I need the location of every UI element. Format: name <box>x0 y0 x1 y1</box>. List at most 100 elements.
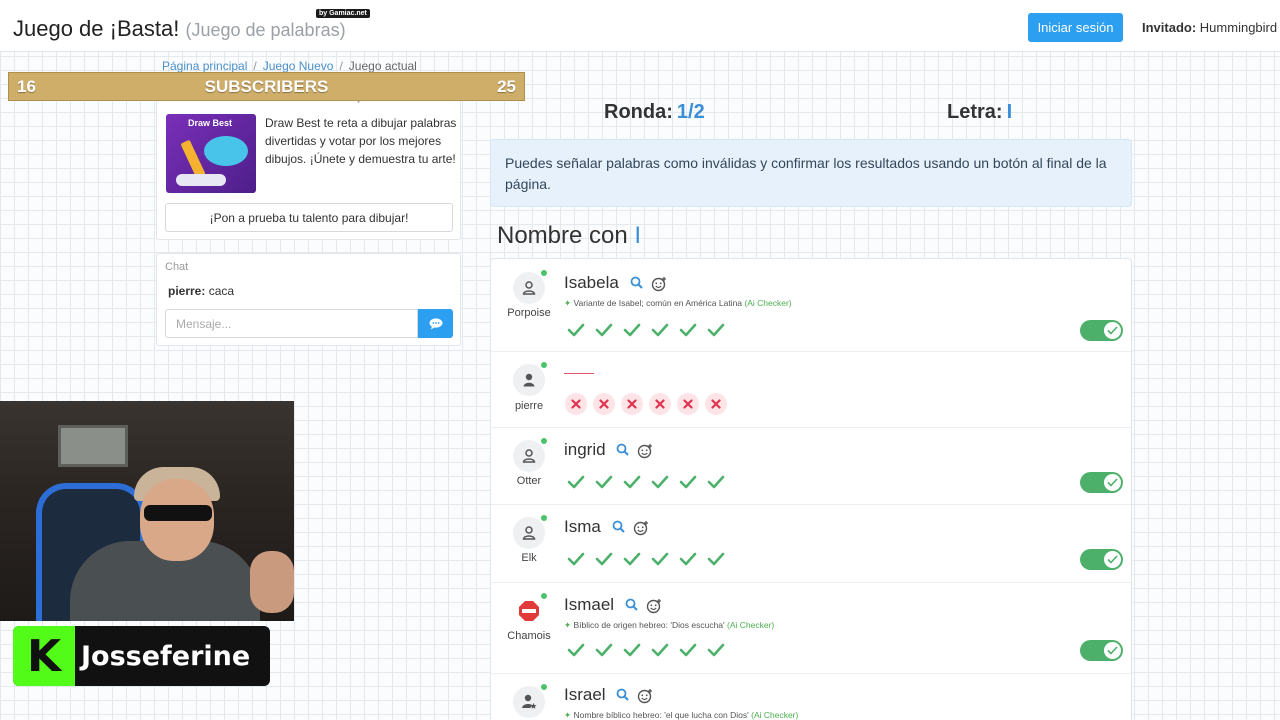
check-icon <box>677 548 699 570</box>
avatar <box>513 684 547 718</box>
breadcrumb-current: Juego actual <box>348 59 417 73</box>
player-name: Chamois <box>507 630 551 642</box>
avatar <box>513 362 547 396</box>
guest-label: Invitado: <box>1142 20 1197 35</box>
avatar <box>513 270 547 304</box>
valid-toggle[interactable] <box>1080 320 1123 341</box>
letter-indicator: Letra: I <box>947 101 1012 124</box>
check-icon <box>621 639 643 661</box>
category-heading: Nombre con I <box>497 222 641 250</box>
answer-word: Israel <box>564 685 653 705</box>
round-indicator: Ronda: 1/2 <box>604 101 705 124</box>
search-icon[interactable] <box>616 443 630 456</box>
answer-word-text: Israel <box>564 685 606 704</box>
page-title: Juego de ¡Basta! (Juego de palabras) <box>13 16 346 42</box>
chat-input[interactable]: Mensaje... <box>165 309 418 338</box>
answer-word: Isma <box>564 517 649 537</box>
answer-row: Porpoise Isabela ✦ Variante de Isabel; c… <box>491 259 1131 352</box>
draw-best-image[interactable]: Draw Best <box>166 114 256 193</box>
emoji-react-icon[interactable] <box>637 443 653 459</box>
emoji-react-icon[interactable] <box>637 688 653 704</box>
subs-right: 25 <box>497 76 516 96</box>
answer-word: Isabela <box>564 273 667 293</box>
search-icon[interactable] <box>616 688 630 701</box>
vote-marks <box>565 639 727 661</box>
draw-best-button[interactable]: ¡Pon a prueba tu talento para dibujar! <box>165 203 453 232</box>
check-icon <box>565 639 587 661</box>
user-icon <box>522 281 536 295</box>
avatar <box>513 593 547 627</box>
info-alert: Puedes señalar palabras como inválidas y… <box>490 139 1132 207</box>
check-icon <box>677 639 699 661</box>
answer-description-text: Variante de Isabel; común en América Lat… <box>573 298 743 308</box>
user-icon <box>522 526 536 540</box>
vote-marks <box>565 471 727 493</box>
letter-value: I <box>1006 101 1013 123</box>
answer-word-text: Isma <box>564 517 601 536</box>
stop-sign-icon <box>519 601 539 621</box>
login-button[interactable]: Iniciar sesión <box>1028 13 1123 42</box>
check-icon <box>1107 326 1118 335</box>
sparkle-icon: ✦ <box>564 298 572 308</box>
chat-send-button[interactable] <box>418 309 453 338</box>
webcam-overlay <box>0 401 294 621</box>
category-letter: I <box>634 222 642 249</box>
breadcrumb: Página principal / Juego Nuevo / Juego actua… <box>162 59 417 73</box>
user-icon <box>523 373 535 387</box>
check-icon <box>565 319 587 341</box>
cross-icon <box>621 393 643 415</box>
emoji-react-icon[interactable] <box>646 598 662 614</box>
chat-message-text: caca <box>208 284 235 298</box>
check-icon <box>705 548 727 570</box>
check-icon <box>649 639 671 661</box>
check-icon <box>565 548 587 570</box>
answer-word-text: Isabela <box>564 273 619 292</box>
check-icon <box>705 471 727 493</box>
title-text: Juego de ¡Basta! <box>13 16 180 41</box>
subs-label: SUBSCRIBERS <box>204 76 329 96</box>
check-icon <box>1107 646 1118 655</box>
check-icon <box>1107 555 1118 564</box>
check-icon <box>593 319 615 341</box>
vote-marks <box>565 393 727 415</box>
guest-info: Invitado: Hummingbird <box>1142 20 1277 35</box>
ai-checker-label: (Ai Checker) <box>727 620 775 630</box>
avatar <box>513 438 547 472</box>
valid-toggle[interactable] <box>1080 549 1123 570</box>
ai-checker-label: (Ai Checker) <box>744 298 792 308</box>
vote-marks <box>565 319 727 341</box>
breadcrumb-new-game[interactable]: Juego Nuevo <box>263 59 334 73</box>
check-icon <box>705 319 727 341</box>
avatar <box>513 515 547 549</box>
check-icon <box>649 471 671 493</box>
empty-answer-dash <box>564 373 594 374</box>
valid-toggle[interactable] <box>1080 472 1123 493</box>
gamiac-badge: by Gamiac.net <box>316 9 370 18</box>
answer-description: ✦ Bíblico de origen hebreo: 'Dios escuch… <box>564 620 774 631</box>
check-icon <box>593 548 615 570</box>
search-icon[interactable] <box>612 520 625 533</box>
emoji-react-icon[interactable] <box>633 520 649 536</box>
check-icon <box>705 639 727 661</box>
breadcrumb-home[interactable]: Página principal <box>162 59 247 73</box>
round-value: 1/2 <box>676 101 705 123</box>
check-icon <box>593 639 615 661</box>
answer-row: Elk Isma <box>491 505 1131 583</box>
chat-panel: Chat pierre: caca Mensaje... <box>156 253 461 346</box>
answer-description-text: Bíblico de origen hebreo: 'Dios escucha' <box>573 620 725 630</box>
vote-marks <box>565 548 727 570</box>
emoji-react-icon[interactable] <box>651 276 667 292</box>
letter-label: Letra: <box>947 101 1003 123</box>
answer-description-text: Nombre bíblico hebreo: 'el que lucha con… <box>573 710 749 720</box>
answer-word-text: Ismael <box>564 595 615 614</box>
check-icon <box>621 319 643 341</box>
check-icon <box>565 471 587 493</box>
answers-list: Porpoise Isabela ✦ Variante de Isabel; c… <box>490 258 1132 720</box>
player-name: pierre <box>514 400 544 412</box>
search-icon[interactable] <box>625 598 638 611</box>
search-icon[interactable] <box>630 276 643 289</box>
check-icon <box>649 548 671 570</box>
answer-description: ✦ Nombre bíblico hebreo: 'el que lucha c… <box>564 710 798 720</box>
answer-word: Ismael <box>564 595 662 615</box>
valid-toggle[interactable] <box>1080 640 1123 661</box>
